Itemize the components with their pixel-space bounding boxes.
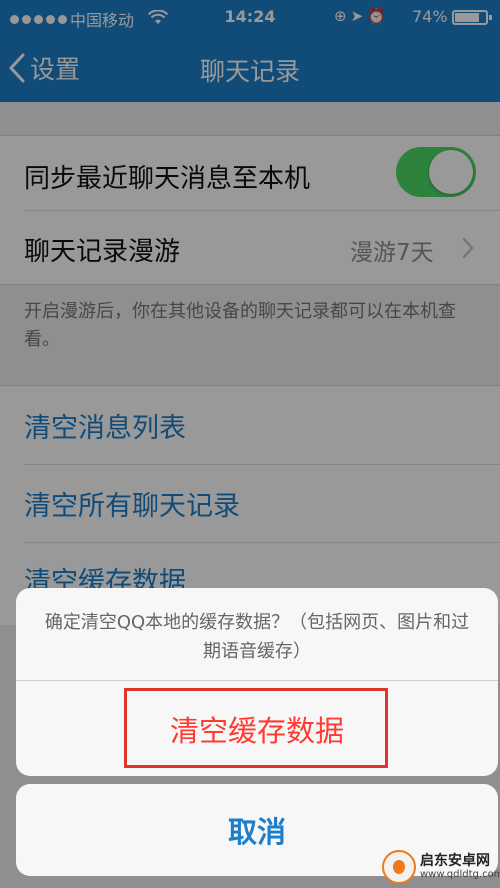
watermark-url: www.qdldtg.com xyxy=(420,869,500,880)
action-sheet-message: 确定清空QQ本地的缓存数据？（包括网页、图片和过期语音缓存） xyxy=(44,612,470,662)
highlight-box xyxy=(124,688,388,768)
cancel-label: 取消 xyxy=(227,815,286,849)
action-sheet: 确定清空QQ本地的缓存数据？（包括网页、图片和过期语音缓存） 清空缓存数据 xyxy=(16,588,498,776)
watermark-logo xyxy=(382,850,416,884)
watermark-name: 启东安卓网 xyxy=(420,853,490,869)
watermark: 启东安卓网 www.qdldtg.com xyxy=(382,848,500,886)
